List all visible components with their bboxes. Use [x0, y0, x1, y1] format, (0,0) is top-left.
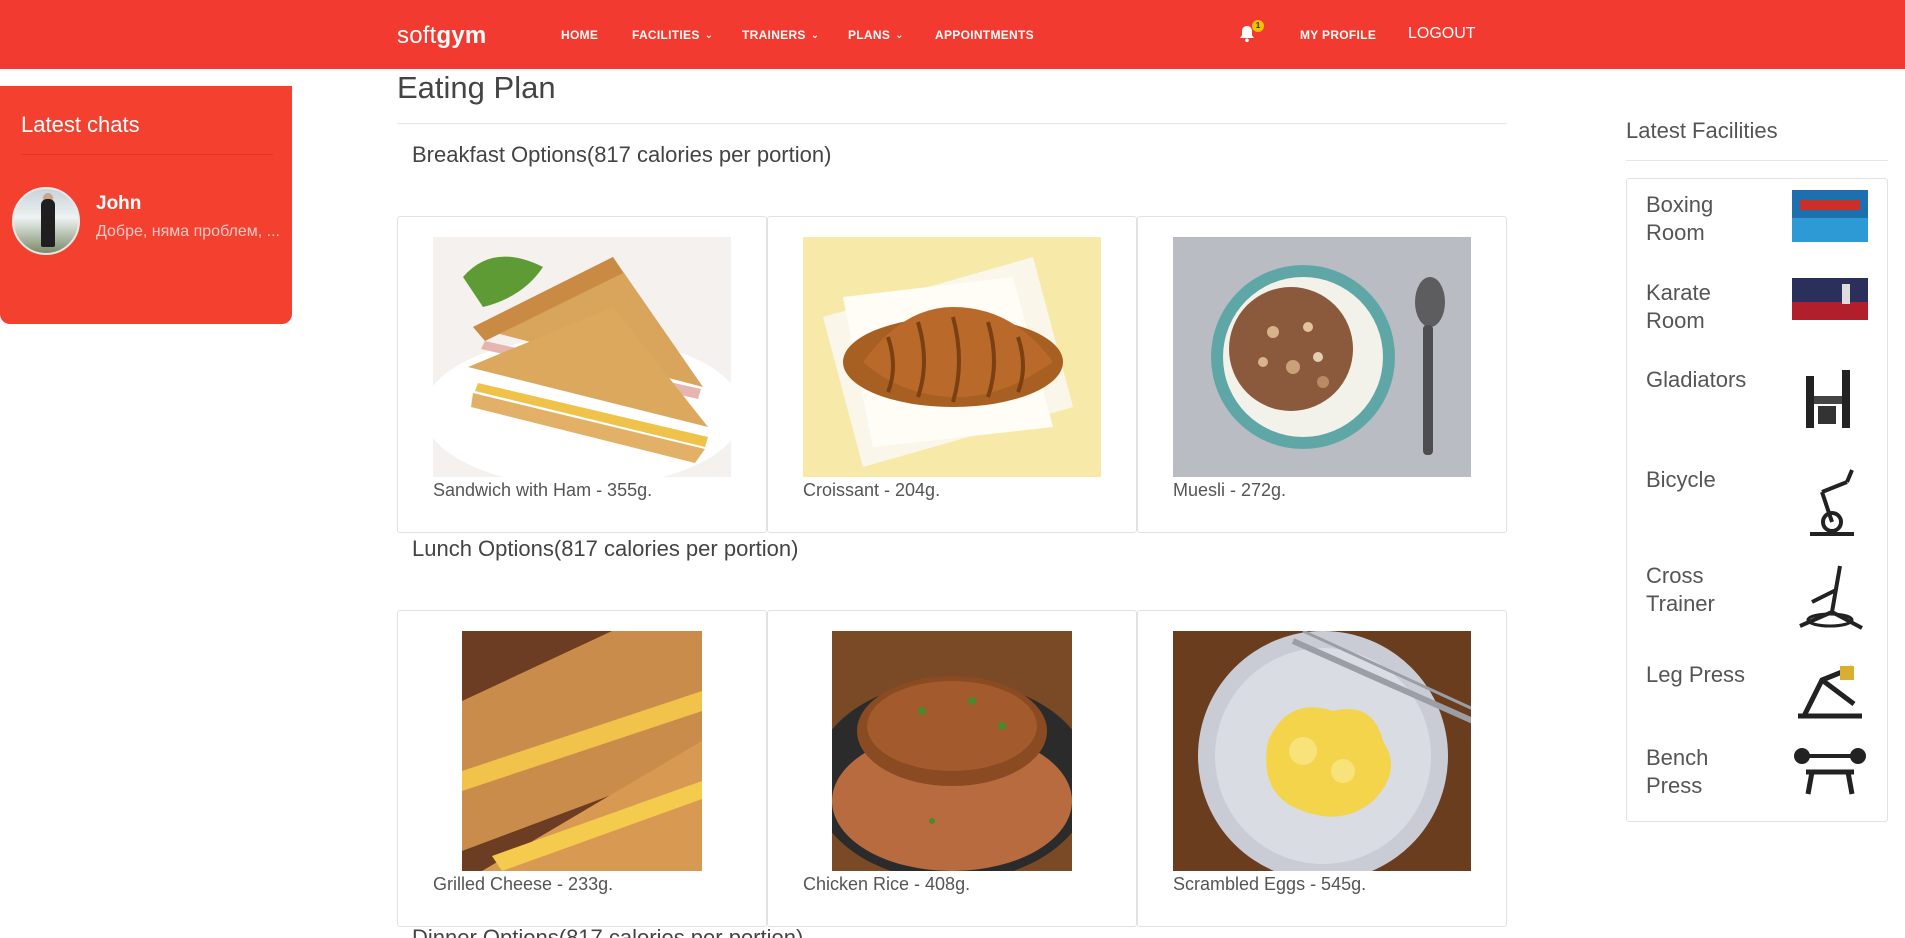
food-card[interactable]: Sandwich with Ham - 355g. — [397, 216, 767, 533]
sandwich-image — [433, 237, 731, 477]
facility-name-gladiators[interactable]: Gladiators — [1646, 366, 1766, 394]
nav-plans[interactable]: PLANS ⌄ — [848, 28, 904, 42]
food-caption: Croissant - 204g. — [803, 480, 941, 500]
boxing-room-thumbnail[interactable] — [1792, 190, 1868, 242]
latest-facilities-title: Latest Facilities — [1626, 118, 1778, 143]
facility-name-leg-press[interactable]: Leg Press — [1646, 661, 1766, 689]
facility-name-bicycle[interactable]: Bicycle — [1646, 466, 1766, 494]
cross-trainer-thumbnail[interactable] — [1792, 562, 1868, 636]
grilled-cheese-image — [462, 631, 702, 871]
chevron-down-icon: ⌄ — [704, 30, 714, 41]
chat-message-preview: Добре, няма проблем, ... — [96, 223, 280, 240]
facility-name-bench-press[interactable]: Bench Press — [1646, 744, 1766, 800]
bicycle-thumbnail[interactable] — [1792, 462, 1868, 538]
food-card[interactable]: Chicken Rice - 408g. — [767, 610, 1137, 927]
chevron-down-icon: ⌄ — [810, 30, 820, 41]
chevron-down-icon: ⌄ — [895, 30, 904, 41]
croissant-image — [803, 237, 1101, 477]
divider — [397, 123, 1507, 124]
nav-facilities[interactable]: FACILITIES ⌄ — [632, 28, 713, 42]
facility-name-cross-trainer[interactable]: Cross Trainer — [1646, 562, 1766, 618]
lunch-section-title: Lunch Options(817 calories per portion) — [412, 536, 799, 561]
nav-trainers[interactable]: TRAINERS ⌄ — [742, 28, 819, 42]
chat-contact-name: John — [96, 193, 142, 214]
food-card[interactable]: Grilled Cheese - 233g. — [397, 610, 767, 927]
breakfast-section-title: Breakfast Options(817 calories per porti… — [412, 142, 832, 167]
brand-logo[interactable]: softgym — [397, 22, 486, 50]
facility-name-karate-room[interactable]: Karate Room — [1646, 279, 1766, 335]
dinner-section-title: Dinner Options(817 calories per portion) — [412, 925, 804, 938]
avatar — [12, 187, 80, 255]
bench-press-thumbnail[interactable] — [1792, 742, 1868, 798]
divider — [1626, 160, 1888, 161]
page-title: Eating Plan — [397, 70, 556, 105]
food-caption: Scrambled Eggs - 545g. — [1173, 874, 1367, 894]
food-caption: Grilled Cheese - 233g. — [433, 874, 614, 894]
chicken-rice-image — [832, 631, 1072, 871]
nav-home[interactable]: HOME — [561, 28, 598, 42]
muesli-image — [1173, 237, 1471, 477]
latest-chats-title: Latest chats — [21, 112, 140, 137]
food-card[interactable]: Croissant - 204g. — [767, 216, 1137, 533]
karate-room-thumbnail[interactable] — [1792, 278, 1868, 320]
leg-press-thumbnail[interactable] — [1792, 660, 1868, 722]
food-caption: Chicken Rice - 408g. — [803, 874, 971, 894]
divider — [21, 154, 273, 155]
chat-item[interactable]: John Добре, няма проблем, ... — [0, 181, 292, 257]
nav-my-profile[interactable]: MY PROFILE — [1300, 28, 1376, 42]
top-navbar: softgym HOME FACILITIES ⌄ TRAINERS ⌄ PLANS… — [0, 0, 1905, 69]
food-caption: Muesli - 272g. — [1173, 480, 1287, 500]
logout-link[interactable]: LOGOUT — [1408, 25, 1476, 43]
notification-badge: 1 — [1252, 20, 1264, 32]
facility-name-boxing-room[interactable]: Boxing Room — [1646, 191, 1766, 247]
gladiators-thumbnail[interactable] — [1792, 366, 1868, 432]
food-card[interactable]: Muesli - 272g. — [1137, 216, 1507, 533]
nav-appointments[interactable]: APPOINTMENTS — [935, 28, 1034, 42]
latest-chats-panel: Latest chats John Добре, няма проблем, .… — [0, 86, 292, 324]
scrambled-eggs-image — [1173, 631, 1471, 871]
food-caption: Sandwich with Ham - 355g. — [433, 480, 653, 500]
food-card[interactable]: Scrambled Eggs - 545g. — [1137, 610, 1507, 927]
